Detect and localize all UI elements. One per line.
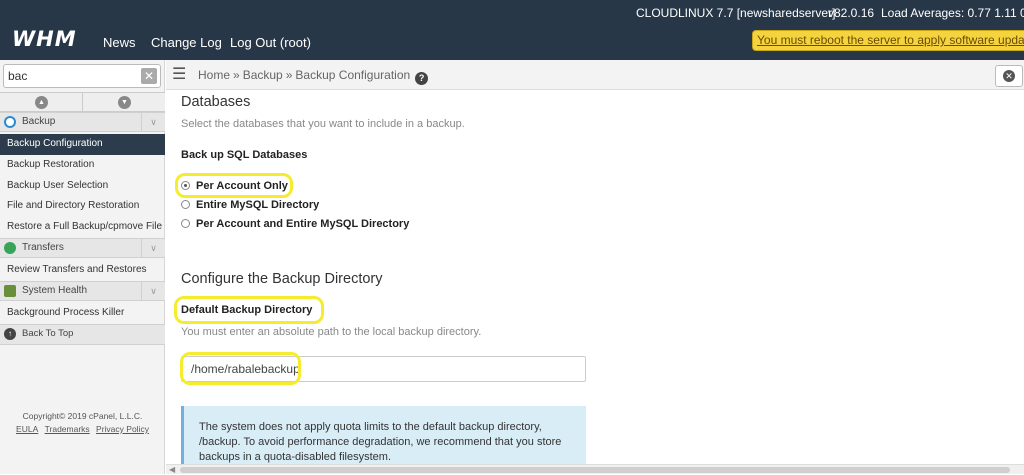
load-averages: Load Averages: 0.77 1.11 0.96: [881, 6, 1024, 20]
search-value: bac: [8, 69, 28, 83]
logout-link[interactable]: Log Out (root): [230, 35, 311, 51]
menu-toggle-icon[interactable]: ☰: [172, 67, 186, 83]
breadcrumb-backup[interactable]: Backup: [243, 68, 283, 82]
sidebar-item-file-directory-restoration[interactable]: File and Directory Restoration: [0, 196, 165, 217]
back-to-top-label: Back To Top: [22, 328, 74, 339]
news-link[interactable]: News: [103, 35, 136, 51]
main-content: Databases Select the databases that you …: [166, 90, 1024, 464]
scrollbar-thumb[interactable]: [180, 467, 1010, 473]
sql-databases-label: Back up SQL Databases: [181, 149, 308, 161]
breadcrumb-separator: »: [233, 68, 240, 82]
copyright-footer: Copyright© 2019 cPanel, L.L.C. EULA Trad…: [0, 410, 165, 436]
trademarks-link[interactable]: Trademarks: [45, 424, 90, 434]
divider: [82, 93, 83, 112]
chevron-down-icon[interactable]: ∨: [141, 113, 165, 131]
version-info: v82.0.16: [828, 6, 875, 20]
help-icon[interactable]: ?: [415, 72, 429, 85]
close-button[interactable]: ✕: [995, 65, 1023, 87]
highlight-annotation: [175, 173, 293, 198]
server-info: CLOUDLINUX 7.7 [newsharedserver]: [636, 6, 836, 20]
privacy-policy-link[interactable]: Privacy Policy: [96, 424, 149, 434]
category-system-health[interactable]: System Health ∨: [0, 281, 165, 301]
backup-icon: [4, 116, 16, 128]
default-backup-directory-help: You must enter an absolute path to the l…: [181, 326, 482, 338]
breadcrumb-bar: ☰ Home» Backup» Backup Configuration? ✕: [166, 60, 1024, 90]
search-input[interactable]: bac ✕: [3, 64, 161, 88]
sidebar-item-backup-restoration[interactable]: Backup Restoration: [0, 155, 165, 176]
copyright-text: Copyright© 2019 cPanel, L.L.C.: [22, 411, 143, 421]
chevron-down-icon[interactable]: ∨: [141, 239, 165, 257]
radio-label-entire-mysql-directory[interactable]: Entire MySQL Directory: [196, 198, 319, 212]
collapse-up-icon[interactable]: ▲: [35, 96, 48, 109]
breadcrumb: Home» Backup» Backup Configuration?: [198, 68, 429, 85]
sidebar-item-backup-configuration[interactable]: Backup Configuration: [0, 134, 165, 155]
expand-down-icon[interactable]: ▼: [118, 96, 131, 109]
top-navbar: WHM News Change Log Log Out (root) CLOUD…: [0, 0, 1024, 60]
sidebar-item-background-process-killer[interactable]: Background Process Killer: [0, 303, 165, 324]
radio-label-per-account-and-entire[interactable]: Per Account and Entire MySQL Directory: [196, 217, 409, 231]
clear-search-icon[interactable]: ✕: [141, 68, 157, 84]
breadcrumb-current: Backup Configuration: [295, 68, 411, 82]
chevron-down-icon[interactable]: ∨: [141, 282, 165, 300]
horizontal-scrollbar[interactable]: ◀: [166, 464, 1024, 474]
sidebar: bac ✕ ▲ ▼ Backup ∨ Backup Configuration …: [0, 60, 165, 474]
whm-logo[interactable]: WHM: [12, 28, 77, 50]
breadcrumb-home[interactable]: Home: [198, 68, 230, 82]
eula-link[interactable]: EULA: [16, 424, 38, 434]
breadcrumb-separator: »: [285, 68, 293, 82]
databases-heading: Databases: [181, 94, 251, 110]
gear-icon: [4, 285, 16, 297]
category-label: Transfers: [22, 242, 64, 253]
category-backup[interactable]: Backup ∨: [0, 112, 165, 132]
highlight-annotation: [174, 296, 324, 324]
sidebar-item-backup-user-selection[interactable]: Backup User Selection: [0, 176, 165, 197]
back-to-top-button[interactable]: ↑ Back To Top: [0, 324, 165, 345]
highlight-annotation: [180, 352, 301, 385]
category-label: Backup: [22, 116, 56, 127]
quota-info-callout: The system does not apply quota limits t…: [181, 406, 586, 464]
sidebar-item-review-transfers[interactable]: Review Transfers and Restores: [0, 260, 165, 281]
sidebar-item-restore-full-backup[interactable]: Restore a Full Backup/cpmove File: [0, 217, 165, 238]
radio-per-account-and-entire[interactable]: [181, 219, 190, 228]
radio-entire-mysql-directory[interactable]: [181, 200, 190, 209]
close-icon: ✕: [1003, 70, 1015, 82]
databases-help-text: Select the databases that you want to in…: [181, 118, 465, 130]
sidebar-nav-arrows: ▲ ▼: [0, 92, 165, 112]
reboot-notice-link[interactable]: You must reboot the server to apply soft…: [752, 30, 1024, 51]
change-log-link[interactable]: Change Log: [151, 35, 222, 51]
category-transfers[interactable]: Transfers ∨: [0, 238, 165, 258]
backup-directory-heading: Configure the Backup Directory: [181, 271, 383, 287]
category-label: System Health: [22, 285, 88, 296]
arrow-up-icon: ↑: [4, 328, 16, 340]
transfers-icon: [4, 242, 16, 254]
